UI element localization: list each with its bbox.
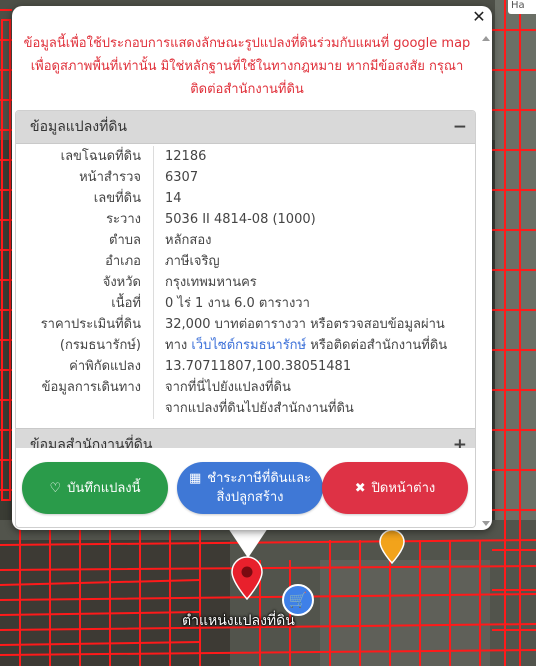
pay-tax-label-2: สิ่งปลูกสร้าง: [216, 490, 284, 505]
action-bar: ♡ บันทึกแปลงนี้ ▦ ชำระภาษีที่ดินและ สิ่งป…: [16, 448, 475, 527]
info-row-travel: ข้อมูลการเดินทาง จากที่นี่ไปยังแปลงที่ดิ…: [16, 377, 475, 398]
disclaimer-notice: ข้อมูลนี้เพื่อใช้ประกอบการแสดงลักษณะรูปแ…: [12, 32, 482, 101]
info-popup: ✕ ข้อมูลนี้เพื่อใช้ประกอบการแสดงลักษณะรู…: [12, 6, 492, 530]
pay-land-tax-button[interactable]: ▦ ชำระภาษีที่ดินและ สิ่งปลูกสร้าง: [177, 462, 323, 514]
info-row-coords: ค่าพิกัดแปลง 13.70711807,100.38051481: [16, 356, 475, 377]
close-icon[interactable]: ✕: [470, 8, 488, 26]
info-label: ตำบล: [109, 233, 141, 248]
info-label: เลขโฉนดที่ดิน: [60, 149, 141, 164]
close-window-label: ปิดหน้าต่าง: [371, 480, 436, 496]
info-label: ราคาประเมินที่ดิน: [40, 317, 141, 332]
info-value: กรุงเทพมหานคร: [165, 275, 257, 290]
info-value: ทาง เว็บไซต์กรมธนารักษ์ หรือติดต่อสำนักง…: [165, 338, 448, 353]
info-value: 0 ไร่ 1 งาน 6.0 ตารางวา: [165, 296, 310, 311]
info-row-province: จังหวัด กรุงเทพมหานคร: [16, 272, 475, 293]
info-row-survey-page: หน้าสำรวจ 6307: [16, 167, 475, 188]
directions-to-parcel-link[interactable]: จากที่นี่ไปยังแปลงที่ดิน: [154, 377, 291, 398]
info-value: ภาษีเจริญ: [165, 254, 220, 269]
info-row-appraisal-2: (กรมธนารักษ์) ทาง เว็บไซต์กรมธนารักษ์ หร…: [16, 335, 475, 356]
land-info-table: เลขโฉนดที่ดิน 12186 หน้าสำรวจ 6307 เลขที…: [16, 144, 475, 419]
map-poi-marker[interactable]: [378, 530, 406, 564]
info-row-appraisal: ราคาประเมินที่ดิน 32,000 บาทต่อตารางวา ห…: [16, 314, 475, 335]
heart-icon: ♡: [49, 480, 62, 496]
map-pin-label: ตำแหน่งแปลงที่ดิน: [182, 613, 295, 629]
info-row-subdistrict: ตำบล หลักสอง: [16, 230, 475, 251]
land-info-title: ข้อมูลแปลงที่ดิน: [30, 119, 128, 135]
pay-tax-label-1: ชำระภาษีที่ดินและ: [207, 471, 312, 486]
notice-line-2: เพื่อดูสภาพพื้นที่เท่านั้น มิใช่หลักฐานท…: [30, 59, 464, 74]
notice-line-3: ติดต่อสำนักงานที่ดิน: [190, 82, 304, 97]
land-location-pin[interactable]: [230, 556, 264, 600]
close-icon: ✖: [354, 480, 366, 496]
info-label: อำเภอ: [105, 254, 141, 269]
info-label: เลขที่ดิน: [93, 191, 141, 206]
land-info-card: ข้อมูลแปลงที่ดิน − เลขโฉนดที่ดิน 12186 ห…: [15, 110, 476, 528]
info-label: ค่าพิกัดแปลง: [69, 359, 141, 374]
info-value: หลักสอง: [165, 233, 212, 248]
collapse-minus-icon[interactable]: −: [453, 111, 467, 143]
treasury-website-link[interactable]: เว็บไซต์กรมธนารักษ์: [191, 338, 306, 353]
coordinates-link[interactable]: 13.70711807,100.38051481: [154, 356, 351, 377]
info-row-area: เนื้อที่ 0 ไร่ 1 งาน 6.0 ตารางวา: [16, 293, 475, 314]
info-value: 6307: [165, 170, 199, 185]
scroll-down-arrow-icon[interactable]: [482, 521, 490, 526]
save-parcel-button[interactable]: ♡ บันทึกแปลงนี้: [22, 462, 168, 514]
info-row-district: อำเภอ ภาษีเจริญ: [16, 251, 475, 272]
info-value: 32,000 บาทต่อตารางวา หรือตรวจสอบข้อมูลผ่…: [165, 317, 445, 332]
info-value: 5036 II 4814-08 (1000): [165, 212, 316, 227]
info-label: ระวาง: [106, 212, 141, 227]
notice-line-1: ข้อมูลนี้เพื่อใช้ประกอบการแสดงลักษณะรูปแ…: [23, 36, 471, 51]
info-label: เนื้อที่: [111, 296, 141, 311]
popup-tail: [228, 528, 268, 558]
info-row-deed-no: เลขโฉนดที่ดิน 12186: [16, 146, 475, 167]
info-row-parcel-no: เลขที่ดิน 14: [16, 188, 475, 209]
qr-code-icon: ▦: [188, 471, 202, 486]
info-row-travel-2: จากแปลงที่ดินไปยังสำนักงานที่ดิน: [16, 398, 475, 419]
land-info-header[interactable]: ข้อมูลแปลงที่ดิน −: [16, 111, 475, 144]
map-control[interactable]: Ha: [508, 0, 536, 14]
scroll-up-arrow-icon[interactable]: [482, 36, 490, 41]
info-value: 14: [165, 191, 182, 206]
info-label: จังหวัด: [102, 275, 141, 290]
info-label: หน้าสำรวจ: [79, 170, 141, 185]
popup-scrollbar[interactable]: [482, 32, 490, 526]
info-label: (กรมธนารักษ์): [59, 338, 141, 353]
close-window-button[interactable]: ✖ ปิดหน้าต่าง: [322, 462, 468, 514]
save-parcel-label: บันทึกแปลงนี้: [67, 480, 141, 496]
info-value: 12186: [165, 149, 207, 164]
info-row-map-sheet: ระวาง 5036 II 4814-08 (1000): [16, 209, 475, 230]
info-label: ข้อมูลการเดินทาง: [41, 380, 141, 395]
directions-to-office-link[interactable]: จากแปลงที่ดินไปยังสำนักงานที่ดิน: [154, 398, 354, 419]
